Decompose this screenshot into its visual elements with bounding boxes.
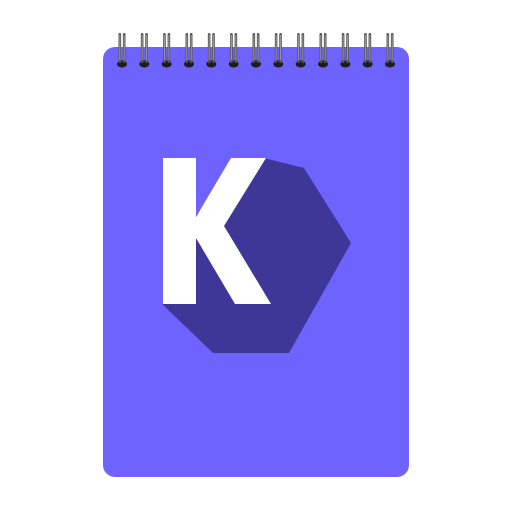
spiral-wire-highlight	[320, 35, 322, 60]
spiral-wire-highlight	[391, 35, 393, 60]
spiral-wire-highlight	[324, 35, 326, 60]
spiral-wire-highlight	[364, 35, 366, 60]
spiral-wire-highlight	[123, 35, 125, 60]
spiral-wire-highlight	[297, 35, 299, 60]
spiral-wire-highlight	[302, 35, 304, 60]
spiral-wire-highlight	[163, 35, 165, 60]
spiral-wire-highlight	[369, 35, 371, 60]
spiral-wire-highlight	[146, 35, 148, 60]
spiral-wire-highlight	[119, 35, 121, 60]
spiral-wire-highlight	[186, 35, 188, 60]
logo-letter-text: K	[0, 0, 1, 1]
spiral-wire-highlight	[347, 35, 349, 60]
spiral-wire-highlight	[387, 35, 389, 60]
spiral-wire-highlight	[257, 35, 259, 60]
spiral-wire-highlight	[275, 35, 277, 60]
spiral-wire-highlight	[342, 35, 344, 60]
spiral-wire-highlight	[208, 35, 210, 60]
app-icon-stage: K	[0, 0, 512, 512]
spiral-wire-highlight	[230, 35, 232, 60]
spiral-wire-highlight	[141, 35, 143, 60]
spiral-wire-highlight	[280, 35, 282, 60]
spiral-wire-highlight	[168, 35, 170, 60]
spiral-wire-highlight	[190, 35, 192, 60]
spiral-wire-highlight	[235, 35, 237, 60]
spiral-wire-highlight	[253, 35, 255, 60]
spiral-wire-highlight	[213, 35, 215, 60]
notepad-app-icon: K	[0, 0, 409, 477]
